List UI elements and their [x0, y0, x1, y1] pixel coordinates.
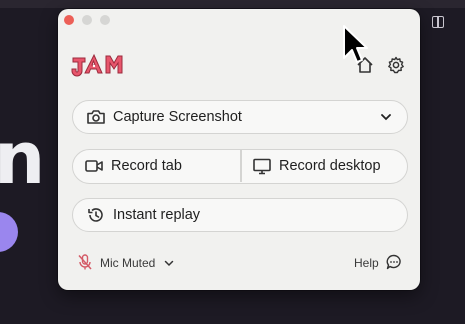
capture-screenshot-button[interactable]: Capture Screenshot — [72, 100, 408, 134]
record-tab-button[interactable]: Record tab — [73, 150, 240, 182]
jam-logo — [71, 53, 123, 77]
instant-replay-button[interactable]: Instant replay — [72, 198, 408, 232]
minimize-window-button[interactable] — [82, 15, 92, 25]
background-heading-fragment: n — [0, 116, 46, 200]
zoom-window-button[interactable] — [100, 15, 110, 25]
record-desktop-label: Record desktop — [279, 158, 381, 174]
chat-bubble-icon[interactable] — [385, 253, 403, 271]
mic-status-label[interactable]: Mic Muted — [100, 256, 155, 270]
mouse-cursor-icon — [343, 25, 368, 63]
mic-chevron-down-icon[interactable] — [163, 257, 175, 269]
video-camera-icon — [85, 160, 103, 172]
close-window-button[interactable] — [64, 15, 74, 25]
record-desktop-button[interactable]: Record desktop — [241, 150, 407, 182]
background-app-topbar — [0, 0, 465, 8]
monitor-icon — [253, 158, 271, 175]
instant-replay-label: Instant replay — [113, 207, 201, 223]
record-tab-label: Record tab — [111, 158, 182, 174]
record-options-group: Record tab Record desktop — [72, 149, 408, 184]
background-purple-shape — [0, 212, 18, 252]
history-icon — [88, 208, 103, 222]
camera-icon — [87, 110, 105, 124]
capture-screenshot-label: Capture Screenshot — [113, 109, 242, 125]
mic-muted-icon[interactable] — [76, 253, 94, 271]
sidebar-toggle-icon[interactable] — [432, 16, 444, 28]
chevron-down-icon[interactable] — [379, 110, 393, 124]
settings-gear-icon[interactable] — [386, 55, 406, 75]
help-label[interactable]: Help — [354, 256, 379, 270]
